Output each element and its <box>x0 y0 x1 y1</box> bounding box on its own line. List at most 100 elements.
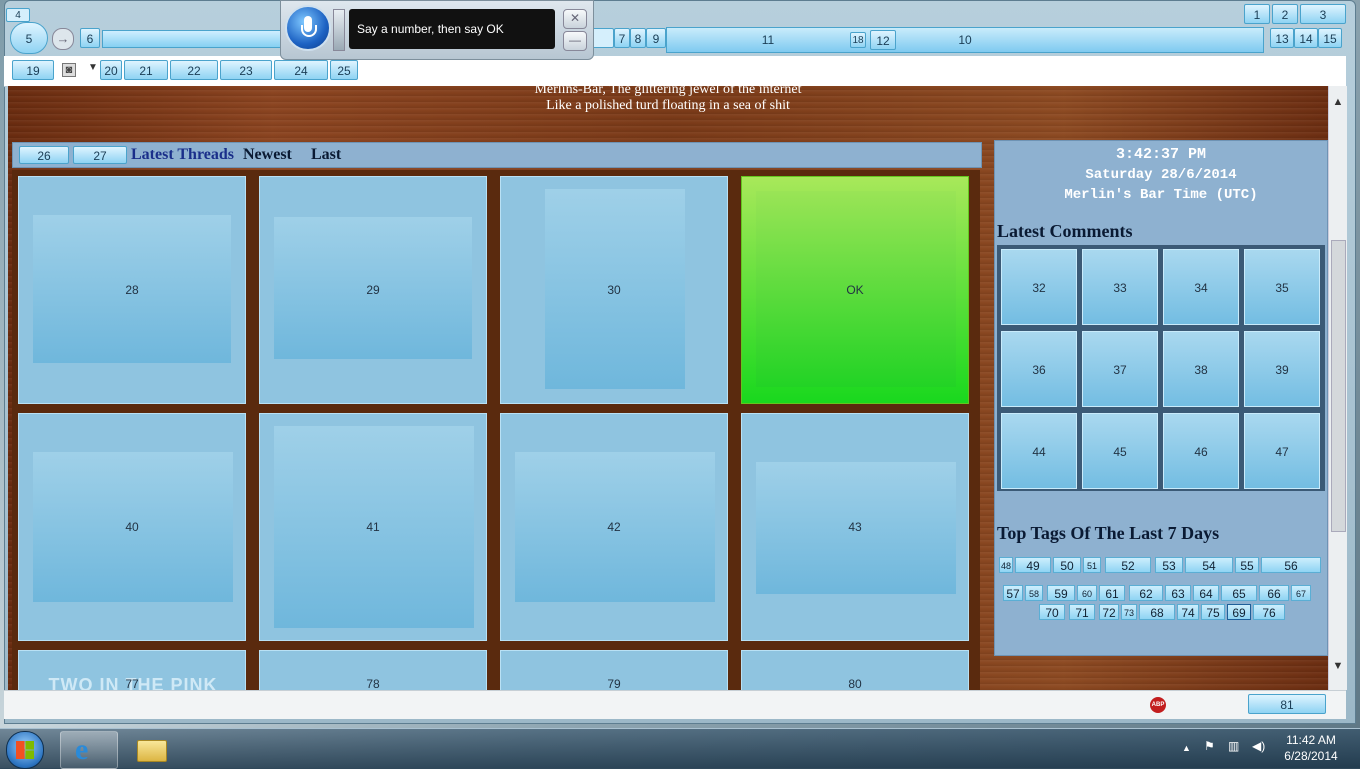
overlay-badge-4[interactable]: 4 <box>6 8 30 22</box>
tag-link[interactable]: 48 <box>999 557 1013 573</box>
overlay-badge-24[interactable]: 24 <box>274 60 328 80</box>
tag-link[interactable]: 53 <box>1155 557 1183 573</box>
tag-link[interactable]: 54 <box>1185 557 1233 573</box>
vertical-scrollbar[interactable]: ▲ ▼ <box>1328 86 1347 690</box>
microphone-icon[interactable] <box>285 5 331 51</box>
comment-tile[interactable]: 35 <box>1244 249 1320 325</box>
forward-arrow-icon[interactable]: → <box>52 28 74 50</box>
start-button[interactable] <box>6 731 44 769</box>
tag-link[interactable]: 73 <box>1121 604 1137 620</box>
overlay-badge-27[interactable]: 27 <box>73 146 127 164</box>
overlay-badge-7[interactable]: 7 <box>614 28 630 48</box>
overlay-badge-23[interactable]: 23 <box>220 60 272 80</box>
overlay-badge-15[interactable]: 15 <box>1318 28 1342 48</box>
new-tab-badge[interactable]: 12 <box>870 30 896 50</box>
scroll-up-icon[interactable]: ▲ <box>1331 96 1345 108</box>
tag-link[interactable]: 59 <box>1047 585 1075 601</box>
thread-card[interactable]: 42 <box>500 413 728 641</box>
tag-link[interactable]: 75 <box>1201 604 1225 620</box>
zoom-badge[interactable]: 81 <box>1248 694 1326 714</box>
thread-card[interactable]: 78 <box>259 650 487 690</box>
tag-link[interactable]: 72 <box>1099 604 1119 620</box>
comment-tile[interactable]: 39 <box>1244 331 1320 407</box>
thread-card[interactable]: 29 <box>259 176 487 404</box>
chevron-down-icon[interactable]: ▼ <box>88 62 98 73</box>
overlay-badge-3[interactable]: 3 <box>1300 4 1346 24</box>
comment-tile[interactable]: 44 <box>1001 413 1077 489</box>
newest-link[interactable]: Newest <box>243 146 292 164</box>
comment-tile[interactable]: 32 <box>1001 249 1077 325</box>
tag-link[interactable]: 67 <box>1291 585 1311 601</box>
comment-tile[interactable]: 33 <box>1082 249 1158 325</box>
overlay-badge-22[interactable]: 22 <box>170 60 218 80</box>
network-icon[interactable]: ▥ <box>1228 739 1239 753</box>
tag-link[interactable]: 58 <box>1025 585 1043 601</box>
tag-link[interactable]: 68 <box>1139 604 1175 620</box>
minimize-icon[interactable]: — <box>563 31 587 51</box>
overlay-badge-2[interactable]: 2 <box>1272 4 1298 24</box>
overlay-badge-8[interactable]: 8 <box>630 28 646 48</box>
comment-tile[interactable]: 34 <box>1163 249 1239 325</box>
overlay-badge-20[interactable]: 20 <box>100 60 122 80</box>
tag-link[interactable]: 66 <box>1259 585 1289 601</box>
overlay-badge-14[interactable]: 14 <box>1294 28 1318 48</box>
internet-explorer-taskbar-item[interactable]: e <box>60 731 118 769</box>
feed-icon[interactable]: ◙ <box>62 63 76 77</box>
overlay-badge-1[interactable]: 1 <box>1244 4 1270 24</box>
overlay-badge-25[interactable]: 25 <box>330 60 358 80</box>
tag-link[interactable]: 50 <box>1053 557 1081 573</box>
overlay-badge-13[interactable]: 13 <box>1270 28 1294 48</box>
scroll-down-icon[interactable]: ▼ <box>1331 660 1345 672</box>
tag-link[interactable]: 55 <box>1235 557 1259 573</box>
address-bar[interactable] <box>102 30 284 48</box>
comment-tile[interactable]: 46 <box>1163 413 1239 489</box>
tag-link[interactable]: 65 <box>1221 585 1257 601</box>
thread-card[interactable]: 43 <box>741 413 969 641</box>
system-clock[interactable]: 11:42 AM 6/28/2014 <box>1276 732 1346 764</box>
overlay-badge-19[interactable]: 19 <box>12 60 54 80</box>
tag-link[interactable]: 70 <box>1039 604 1065 620</box>
flag-icon[interactable]: ⚑ <box>1204 739 1215 753</box>
overlay-badge-26[interactable]: 26 <box>19 146 69 164</box>
comment-tile[interactable]: 36 <box>1001 331 1077 407</box>
tag-link[interactable]: 49 <box>1015 557 1051 573</box>
adblock-icon[interactable]: ABP <box>1150 697 1166 713</box>
tag-link[interactable]: 71 <box>1069 604 1095 620</box>
tab-close-badge[interactable]: 18 <box>850 32 866 48</box>
tag-link[interactable]: 69 <box>1227 604 1251 620</box>
comment-tile[interactable]: 37 <box>1082 331 1158 407</box>
latest-threads-link[interactable]: Latest Threads <box>131 146 234 164</box>
comment-tile[interactable]: 38 <box>1163 331 1239 407</box>
tab-second[interactable]: 10 <box>898 30 1032 50</box>
last-link[interactable]: Last <box>311 146 341 164</box>
thread-card[interactable]: TWO IN THE PINK 77 <box>18 650 246 690</box>
comment-tile[interactable]: 45 <box>1082 413 1158 489</box>
thread-card[interactable]: 79 <box>500 650 728 690</box>
tag-link[interactable]: 57 <box>1003 585 1023 601</box>
comment-tile[interactable]: 47 <box>1244 413 1320 489</box>
scrollbar-thumb[interactable] <box>1331 240 1346 532</box>
thread-card[interactable]: 80 <box>741 650 969 690</box>
tag-link[interactable]: 63 <box>1165 585 1191 601</box>
overlay-badge-9[interactable]: 9 <box>646 28 666 48</box>
thread-card-selected[interactable]: OK <box>741 176 969 404</box>
tag-link[interactable]: 62 <box>1129 585 1163 601</box>
thread-card[interactable]: 30 <box>500 176 728 404</box>
tab-active[interactable]: 11 <box>670 30 866 50</box>
volume-icon[interactable]: ◀) <box>1252 739 1265 753</box>
close-icon[interactable]: ✕ <box>563 9 587 29</box>
tag-link[interactable]: 64 <box>1193 585 1219 601</box>
explorer-taskbar-item[interactable] <box>122 731 180 769</box>
chevron-up-icon[interactable]: ▲ <box>1182 743 1191 753</box>
forward-badge[interactable]: 6 <box>80 28 100 48</box>
tag-link[interactable]: 61 <box>1099 585 1125 601</box>
back-button[interactable]: 5 <box>10 22 48 54</box>
tag-link[interactable]: 51 <box>1083 557 1101 573</box>
thread-card[interactable]: 28 <box>18 176 246 404</box>
tag-link[interactable]: 74 <box>1177 604 1199 620</box>
thread-card[interactable]: 41 <box>259 413 487 641</box>
overlay-badge-21[interactable]: 21 <box>124 60 168 80</box>
tag-link[interactable]: 76 <box>1253 604 1285 620</box>
thread-card[interactable]: 40 <box>18 413 246 641</box>
tag-link[interactable]: 60 <box>1077 585 1097 601</box>
